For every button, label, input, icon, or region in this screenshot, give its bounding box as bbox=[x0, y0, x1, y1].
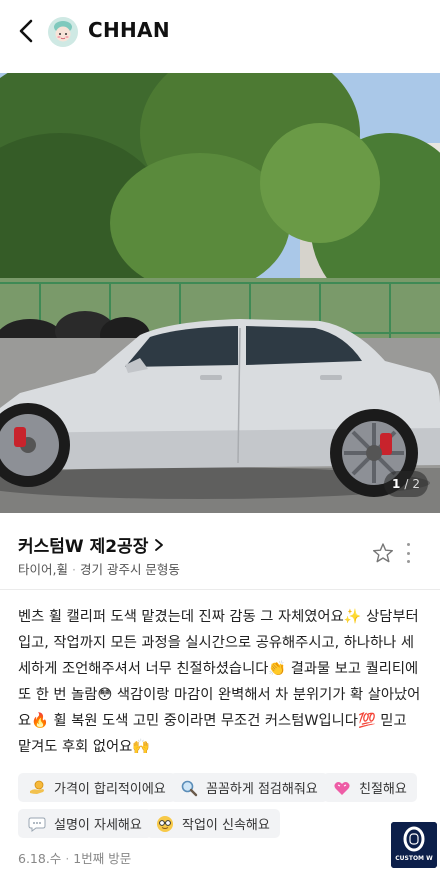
visit-separator: · bbox=[65, 851, 70, 866]
place-name-link[interactable]: 커스텀W 제2공장 bbox=[18, 532, 164, 557]
place-category: 타이어,휠 bbox=[18, 562, 68, 577]
tag-detailed-explanation: 설명이 자세해요 bbox=[18, 809, 152, 838]
tag-friendly: 친절해요 bbox=[323, 773, 417, 802]
coin-hand-icon bbox=[28, 779, 46, 797]
tag-thorough-inspection: 꼼꼼하게 점검해줘요 bbox=[170, 773, 328, 802]
tag-label: 작업이 신속해요 bbox=[182, 818, 270, 833]
magnifier-icon bbox=[180, 779, 198, 797]
tag-label: 꼼꼼하게 점검해줘요 bbox=[206, 782, 318, 797]
back-arrow-icon[interactable] bbox=[14, 16, 42, 46]
heart-icon bbox=[333, 779, 351, 797]
photo-current-index: 1 bbox=[391, 477, 401, 491]
more-options-icon[interactable] bbox=[403, 543, 413, 563]
visit-count: 1번째 방문 bbox=[73, 851, 132, 866]
glasses-face-icon bbox=[156, 815, 174, 833]
photo-total-count: 2 bbox=[412, 477, 421, 491]
tag-label: 친절해요 bbox=[359, 782, 407, 797]
custom-w-logo: CUSTOM W bbox=[391, 822, 437, 868]
visit-info: 6.18.수 · 1번째 방문 bbox=[18, 848, 131, 867]
car-photo-illustration bbox=[0, 73, 440, 513]
place-meta: 타이어,휠 · 경기 광주시 문형동 bbox=[18, 559, 180, 578]
star-icon[interactable] bbox=[372, 542, 394, 564]
tag-label: 가격이 합리적이에요 bbox=[54, 782, 166, 797]
visit-date: 6.18.수 bbox=[18, 851, 62, 866]
divider bbox=[0, 589, 440, 590]
username[interactable]: CHHAN bbox=[88, 18, 170, 42]
speech-bubble-icon bbox=[28, 815, 46, 833]
place-address: 경기 광주시 문형동 bbox=[79, 562, 180, 577]
chevron-right-icon bbox=[155, 538, 164, 551]
review-text: 벤츠 휠 캘리퍼 도색 맡겼는데 진짜 감동 그 자체였어요✨ 상담부터 입고,… bbox=[18, 609, 421, 755]
place-name[interactable]: 커스텀W 제2공장 bbox=[18, 532, 148, 557]
svg-text:CUSTOM W: CUSTOM W bbox=[395, 855, 433, 862]
tag-fast-work: 작업이 신속해요 bbox=[146, 809, 280, 838]
photo-counter: 1 / 2 bbox=[384, 471, 428, 497]
review-photo[interactable]: 1 / 2 bbox=[0, 73, 440, 513]
avatar[interactable] bbox=[48, 17, 78, 47]
tag-reasonable-price: 가격이 합리적이에요 bbox=[18, 773, 176, 802]
meta-separator: · bbox=[71, 562, 76, 577]
photo-counter-separator: / bbox=[404, 477, 409, 491]
top-bar: CHHAN bbox=[0, 0, 440, 64]
tag-label: 설명이 자세해요 bbox=[54, 818, 142, 833]
